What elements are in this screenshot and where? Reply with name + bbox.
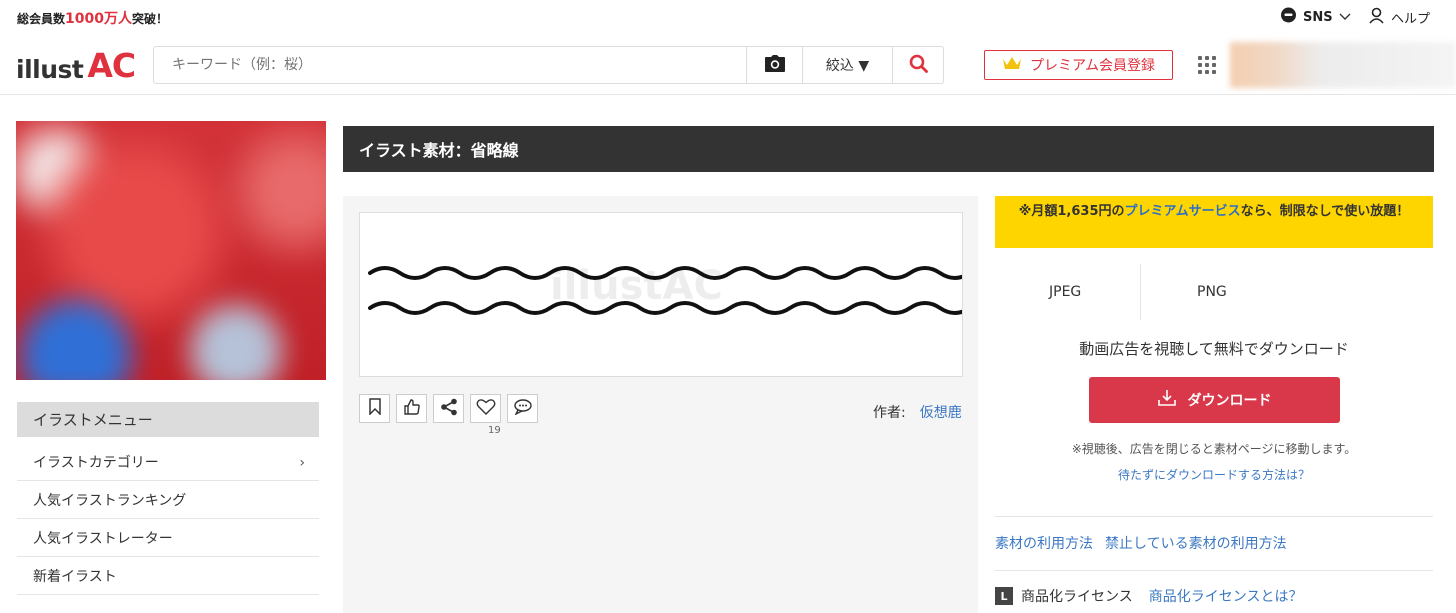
filter-dropdown[interactable]: 絞込 ▼ <box>802 47 892 83</box>
prohibited-usage-link[interactable]: 禁止している素材の利用方法 <box>1105 533 1287 553</box>
share-button[interactable] <box>433 394 464 423</box>
author-info: 作者: 仮想鹿 <box>873 402 962 422</box>
search-button[interactable] <box>892 47 943 83</box>
sidebar-item-new[interactable]: 新着イラスト <box>17 557 319 595</box>
format-label: JPEG <box>1049 284 1082 300</box>
license-label: 商品化ライセンス <box>1021 589 1133 605</box>
promo-text-prefix: ※月額1,635円の <box>1018 204 1125 219</box>
thumbs-up-icon <box>403 398 421 420</box>
divider <box>995 516 1433 517</box>
share-icon <box>440 398 458 420</box>
sns-menu[interactable]: SNS <box>1280 7 1351 28</box>
format-divider <box>1140 264 1141 320</box>
download-button-label: ダウンロード <box>1187 393 1272 409</box>
crown-icon <box>1002 56 1022 74</box>
logo-text: illust <box>16 55 84 84</box>
ad-banner-image[interactable] <box>16 121 326 380</box>
member-count-banner: 総会員数1000万人突破！ <box>17 8 168 28</box>
sidebar-item-label: 人気イラストレーター <box>33 530 173 547</box>
illust-menu-title: イラストメニュー <box>17 402 319 437</box>
member-count-prefix: 総会員数 <box>17 12 66 26</box>
license-info-link[interactable]: 商品化ライセンスとは？ <box>1149 586 1303 606</box>
premium-promo-banner: ※月額1,635円のプレミアムサービスなら、制限なしで使い放題！ <box>995 196 1433 248</box>
download-caption: 動画広告を視聴して無料でダウンロード <box>1079 340 1349 358</box>
search-bar: 絞込 ▼ <box>153 46 944 84</box>
premium-signup-label: プレミアム会員登録 <box>1029 58 1156 74</box>
format-tab-jpeg[interactable]: JPEG <box>1049 264 1081 320</box>
search-icon <box>909 54 928 77</box>
page-title-text: イラスト素材：省略線 <box>359 141 519 160</box>
usage-links: 素材の利用方法 禁止している素材の利用方法 <box>995 533 1287 553</box>
image-search-button[interactable] <box>746 47 802 83</box>
filter-label: 絞込 ▼ <box>825 58 870 74</box>
skip-ad-link[interactable]: 待たずにダウンロードする方法は？ <box>995 466 1433 483</box>
chevron-down-icon <box>1339 10 1351 25</box>
help-link[interactable]: ヘルプ <box>1368 7 1430 28</box>
format-tab-png[interactable]: PNG <box>1197 264 1227 320</box>
premium-service-link[interactable]: プレミアムサービス <box>1125 204 1241 219</box>
like-button[interactable] <box>396 394 427 423</box>
sns-label: SNS <box>1303 10 1333 25</box>
search-input[interactable] <box>154 47 746 83</box>
member-count-number: 1000万人 <box>65 11 132 27</box>
comment-button[interactable] <box>507 394 538 423</box>
sidebar-item-illustrators[interactable]: 人気イラストレーター <box>17 519 319 557</box>
sidebar-item-label: 新着イラスト <box>33 568 117 585</box>
page-title: イラスト素材：省略線 <box>343 126 1434 172</box>
license-row: L 商品化ライセンス 商品化ライセンスとは？ <box>995 586 1302 606</box>
watermark-text: illustAC <box>550 263 723 309</box>
author-name-link[interactable]: 仮想鹿 <box>920 402 962 422</box>
favorite-button[interactable] <box>470 394 501 423</box>
logo-accent: AC <box>87 46 136 85</box>
chat-bubble-icon <box>1280 7 1297 28</box>
site-header: illust AC 絞込 ▼ プレミアム会員登録 <box>0 32 1456 95</box>
format-tabs: JPEG PNG <box>995 264 1433 320</box>
sidebar-item-category[interactable]: イラストカテゴリー › <box>17 443 319 481</box>
member-count-suffix: 突破！ <box>131 12 168 26</box>
usage-link[interactable]: 素材の利用方法 <box>995 533 1093 553</box>
comment-icon <box>513 398 533 419</box>
download-icon <box>1157 389 1176 411</box>
format-label: PNG <box>1197 284 1227 300</box>
help-label: ヘルプ <box>1391 12 1431 27</box>
illustration-preview[interactable]: illustAC <box>359 212 963 377</box>
heart-icon <box>476 398 496 420</box>
user-icon <box>1368 7 1385 28</box>
apps-grid-icon[interactable] <box>1198 56 1216 74</box>
author-label: 作者: <box>873 405 906 421</box>
action-toolbar <box>359 394 538 423</box>
bookmark-icon <box>368 398 382 419</box>
camera-icon <box>764 54 785 76</box>
chevron-right-icon: › <box>299 455 305 471</box>
sidebar-item-ranking[interactable]: 人気イラストランキング <box>17 481 319 519</box>
download-note: ※視聴後、広告を閉じると素材ページに移動します。 <box>1071 442 1357 456</box>
top-strip: 総会員数1000万人突破！ SNS ヘルプ <box>0 0 1456 32</box>
license-badge-icon: L <box>995 587 1013 605</box>
divider <box>995 570 1433 571</box>
favorite-count: 19 <box>488 425 501 436</box>
user-account-area[interactable] <box>1230 42 1456 88</box>
sidebar-item-label: 人気イラストランキング <box>33 492 187 509</box>
download-button[interactable]: ダウンロード <box>1089 377 1340 423</box>
bookmark-button[interactable] <box>359 394 390 423</box>
site-logo[interactable]: illust AC <box>16 46 136 85</box>
premium-signup-button[interactable]: プレミアム会員登録 <box>984 50 1173 80</box>
promo-text-suffix: なら、制限なしで使い放題！ <box>1240 204 1410 219</box>
sidebar-item-label: イラストカテゴリー <box>33 454 159 471</box>
